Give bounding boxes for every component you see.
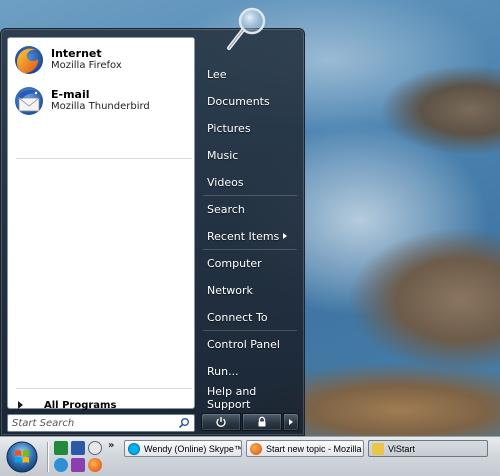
all-programs-button[interactable]: All Programs xyxy=(14,397,194,413)
start-search-input[interactable] xyxy=(8,416,168,430)
start-menu-right-pane: Lee Documents Pictures Music Videos Sear… xyxy=(197,29,305,437)
pinned-item-subtitle: Mozilla Firefox xyxy=(51,60,122,71)
right-item-label: Search xyxy=(207,202,245,216)
right-item-search[interactable]: Search xyxy=(201,198,301,220)
right-item-documents[interactable]: Documents xyxy=(201,90,301,112)
firefox-icon xyxy=(250,442,262,455)
right-item-pictures[interactable]: Pictures xyxy=(201,117,301,139)
right-separator xyxy=(203,330,297,331)
right-item-network[interactable]: Network xyxy=(201,279,301,301)
right-separator xyxy=(203,249,297,250)
right-item-videos[interactable]: Videos xyxy=(201,171,301,193)
right-item-label: Help and Support xyxy=(207,385,257,411)
quick-launch-overflow[interactable]: » xyxy=(108,440,114,451)
arrow-right-icon xyxy=(18,401,23,409)
firefox-icon[interactable] xyxy=(88,458,102,472)
right-item-computer[interactable]: Computer xyxy=(201,252,301,274)
folder-icon xyxy=(372,442,384,455)
right-item-label: Recent Items xyxy=(207,229,280,243)
pinned-item-subtitle: Mozilla Thunderbird xyxy=(51,101,150,112)
submenu-arrow-icon xyxy=(283,233,288,239)
taskbar: » Wendy (Online) Skype™ ... Start new to… xyxy=(0,436,500,476)
globe-icon[interactable] xyxy=(54,458,68,472)
right-item-label: Lee xyxy=(207,67,227,81)
clock-icon[interactable] xyxy=(88,441,102,455)
right-item-run[interactable]: Run... xyxy=(201,360,301,382)
taskbar-button-firefox[interactable]: Start new topic - Mozilla ... xyxy=(246,440,364,457)
firefox-icon xyxy=(15,46,43,74)
right-item-label: Music xyxy=(207,148,239,162)
power-icon xyxy=(216,417,226,428)
power-options-button[interactable] xyxy=(283,413,299,431)
start-menu: Internet Mozilla Firefox E-mail Mozilla … xyxy=(0,28,305,436)
pinned-item-title: Internet xyxy=(51,47,102,60)
right-item-label: Network xyxy=(207,283,253,297)
right-item-music[interactable]: Music xyxy=(201,144,301,166)
pinned-item-email[interactable]: E-mail Mozilla Thunderbird xyxy=(11,82,193,120)
media-icon[interactable] xyxy=(71,458,85,472)
publisher-icon[interactable] xyxy=(54,441,68,455)
power-button[interactable] xyxy=(201,413,241,431)
right-item-label: Control Panel xyxy=(207,337,280,351)
taskbar-button-skype[interactable]: Wendy (Online) Skype™ ... xyxy=(124,440,242,457)
right-item-label: Videos xyxy=(207,175,244,189)
lock-button[interactable] xyxy=(242,413,282,431)
pinned-separator xyxy=(16,158,192,159)
start-menu-left-pane: Internet Mozilla Firefox E-mail Mozilla … xyxy=(7,37,195,411)
windows-start-orb-icon[interactable] xyxy=(5,440,39,474)
power-button-bar xyxy=(201,413,299,433)
arrow-right-icon xyxy=(289,419,293,425)
right-item-label: Connect To xyxy=(207,310,268,324)
pinned-item-internet[interactable]: Internet Mozilla Firefox xyxy=(11,41,193,79)
skype-icon xyxy=(128,442,140,455)
word-icon[interactable] xyxy=(71,441,85,455)
right-item-connect-to[interactable]: Connect To xyxy=(201,306,301,328)
lock-icon xyxy=(258,416,266,427)
right-item-control-panel[interactable]: Control Panel xyxy=(201,333,301,355)
thunderbird-icon xyxy=(15,87,43,115)
taskbar-button-label: ViStart xyxy=(388,443,415,454)
taskbar-button-label: Wendy (Online) Skype™ ... xyxy=(144,443,242,454)
pinned-item-title: E-mail xyxy=(51,88,90,101)
programs-separator xyxy=(16,388,192,389)
quick-launch-separator xyxy=(47,442,49,472)
right-item-recent-items[interactable]: Recent Items xyxy=(201,225,301,247)
right-item-label: Run... xyxy=(207,364,239,378)
taskbar-button-label: Start new topic - Mozilla ... xyxy=(266,443,364,454)
right-item-help-support[interactable]: Help and Support xyxy=(201,385,301,411)
search-icon[interactable] xyxy=(178,417,190,429)
right-item-user[interactable]: Lee xyxy=(201,63,301,85)
right-item-label: Computer xyxy=(207,256,262,270)
taskbar-button-vistart[interactable]: ViStart xyxy=(368,440,488,457)
all-programs-label: All Programs xyxy=(44,399,117,411)
start-search-box[interactable] xyxy=(7,414,195,432)
right-item-label: Documents xyxy=(207,94,270,108)
magnifier-icon xyxy=(227,7,266,50)
right-separator xyxy=(203,195,297,196)
right-item-label: Pictures xyxy=(207,121,251,135)
